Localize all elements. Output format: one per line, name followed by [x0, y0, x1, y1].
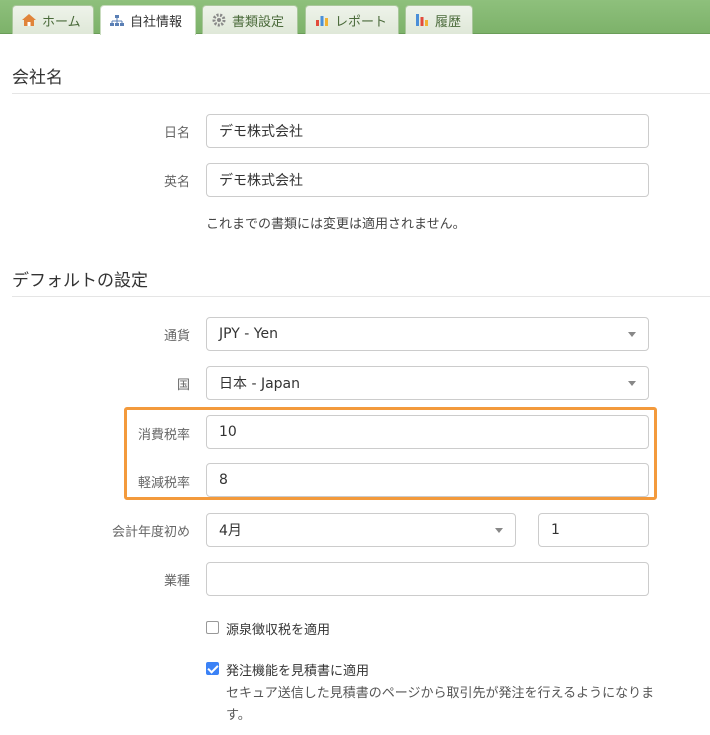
bar-chart-icon — [314, 12, 330, 28]
fiscal-day-input[interactable]: 1 — [538, 513, 649, 547]
order-label: 発注機能を見積書に適用 — [226, 664, 370, 679]
japanese-name-value: デモ株式会社 — [219, 124, 303, 140]
fiscal-month-value: 4月 — [219, 523, 242, 539]
section-title-company: 会社名 — [12, 68, 63, 88]
order-checkbox[interactable] — [206, 662, 219, 675]
currency-label: 通貨 — [163, 329, 190, 344]
fiscal-day-value: 1 — [551, 522, 560, 538]
currency-select[interactable]: JPY - Yen — [206, 317, 649, 351]
tab-report[interactable]: レポート — [305, 5, 399, 34]
tab-label: 自社情報 — [130, 15, 183, 30]
currency-value: JPY - Yen — [219, 326, 278, 342]
section-title-defaults: デフォルトの設定 — [12, 271, 148, 291]
history-icon — [414, 12, 430, 28]
divider — [12, 93, 710, 94]
japanese-name-label: 日名 — [163, 126, 190, 141]
fiscal-month-select[interactable]: 4月 — [206, 513, 516, 547]
country-label: 国 — [176, 378, 190, 393]
tab-bar: ホーム 自社情報 書類設定 レポート 履歴 — [0, 0, 710, 35]
tab-company-info[interactable]: 自社情報 — [100, 5, 196, 35]
withholding-label: 源泉徴収税を適用 — [226, 623, 331, 638]
country-select[interactable]: 日本 - Japan — [206, 366, 649, 400]
industry-input[interactable] — [206, 562, 649, 596]
chevron-down-icon — [628, 381, 636, 386]
consumption-tax-label: 消費税率 — [137, 428, 190, 443]
order-description: セキュア送信した見積書のページから取引先が発注を行えるようになります。 — [226, 686, 655, 723]
gear-icon — [211, 12, 227, 28]
chevron-down-icon — [628, 332, 636, 337]
divider — [12, 296, 710, 297]
industry-label: 業種 — [163, 574, 190, 589]
tab-label: 履歴 — [435, 14, 462, 30]
tab-document-settings[interactable]: 書類設定 — [202, 5, 298, 34]
tab-label: ホーム — [42, 14, 81, 30]
tab-label: レポート — [335, 14, 388, 30]
change-note: これまでの書類には変更は適用されません。 — [206, 217, 466, 232]
tab-history[interactable]: 履歴 — [405, 5, 473, 34]
org-chart-icon — [109, 13, 125, 29]
withholding-checkbox[interactable] — [206, 621, 219, 634]
home-icon — [21, 12, 37, 28]
english-name-input[interactable]: デモ株式会社 — [206, 163, 649, 197]
country-value: 日本 - Japan — [219, 376, 300, 392]
consumption-tax-input[interactable]: 10 — [206, 415, 649, 449]
fiscal-year-label: 会計年度初め — [111, 525, 190, 540]
english-name-value: デモ株式会社 — [219, 173, 303, 189]
reduced-tax-value: 8 — [219, 472, 228, 488]
reduced-tax-input[interactable]: 8 — [206, 463, 649, 497]
chevron-down-icon — [495, 528, 503, 533]
japanese-name-input[interactable]: デモ株式会社 — [206, 114, 649, 148]
english-name-label: 英名 — [163, 175, 190, 190]
reduced-tax-label: 軽減税率 — [137, 476, 190, 491]
tab-label: 書類設定 — [232, 14, 285, 30]
tab-home[interactable]: ホーム — [12, 5, 94, 34]
consumption-tax-value: 10 — [219, 424, 237, 440]
